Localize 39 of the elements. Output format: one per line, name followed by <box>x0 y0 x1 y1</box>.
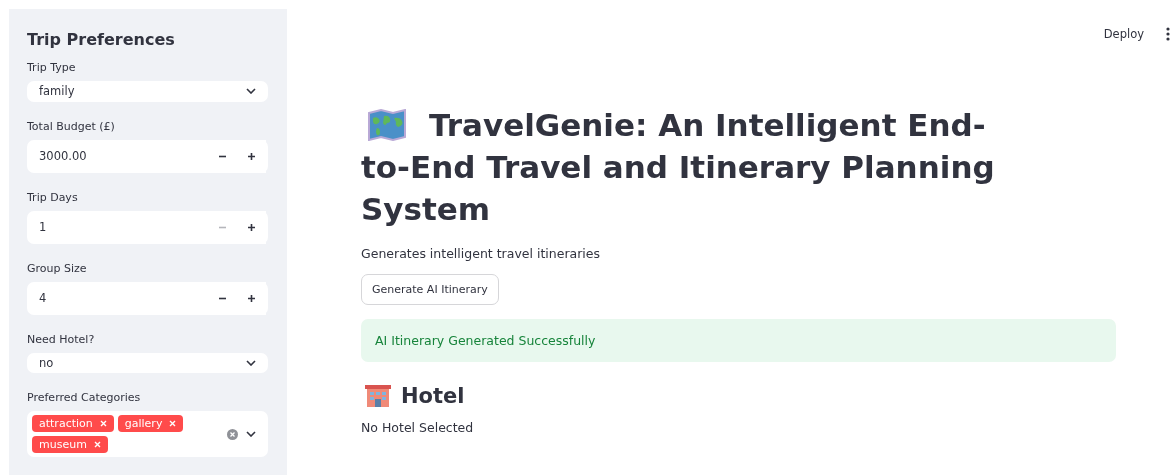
remove-icon[interactable] <box>93 441 101 448</box>
generate-button[interactable]: Generate AI Itinerary <box>361 274 499 305</box>
remove-icon[interactable] <box>169 420 177 427</box>
field-label: Preferred Categories <box>27 391 142 404</box>
section-heading: Hotel <box>401 384 465 408</box>
map-icon <box>367 109 407 141</box>
field-label: Need Hotel? <box>27 332 96 346</box>
field-label: Trip Type <box>27 61 77 74</box>
sidebar-title: Trip Preferences <box>27 30 176 49</box>
select-value: no <box>39 355 54 370</box>
select-value: family <box>39 84 75 99</box>
number-value: 3000.00 <box>39 149 88 163</box>
number-value: 1 <box>39 220 48 234</box>
page-title: TravelGenie: An Intelligent End- <box>429 106 986 145</box>
plus-icon <box>247 151 256 161</box>
hotel-icon <box>365 384 391 408</box>
plus-icon <box>247 293 256 303</box>
select-field[interactable]: no <box>27 352 268 373</box>
chevron-down-icon <box>246 359 256 366</box>
field-label: Group Size <box>27 261 88 275</box>
more-menu-icon[interactable] <box>1166 27 1170 41</box>
remove-icon[interactable] <box>99 420 107 427</box>
deploy-button[interactable]: Deploy <box>1103 27 1144 41</box>
hotel-status-text: No Hotel Selected <box>361 420 475 435</box>
page-title: System <box>361 190 491 229</box>
clear-icon[interactable] <box>227 428 238 440</box>
chevron-down-icon <box>246 431 256 437</box>
number-field[interactable]: 4 <box>27 281 268 315</box>
caption-text: Generates intelligent travel itineraries <box>361 246 601 261</box>
success-alert: AI Itinerary Generated Successfully <box>361 319 1116 362</box>
number-field[interactable]: 1 <box>27 210 268 244</box>
plus-icon <box>247 222 256 232</box>
number-value: 4 <box>39 291 48 305</box>
field-label: Trip Days <box>27 190 79 204</box>
select-field[interactable]: family <box>27 81 268 102</box>
field-label: Total Budget (£) <box>27 119 116 133</box>
number-field[interactable]: 3000.00 <box>27 139 268 173</box>
page-title: to-End Travel and Itinerary Planning <box>361 148 995 187</box>
chevron-down-icon <box>246 88 256 95</box>
